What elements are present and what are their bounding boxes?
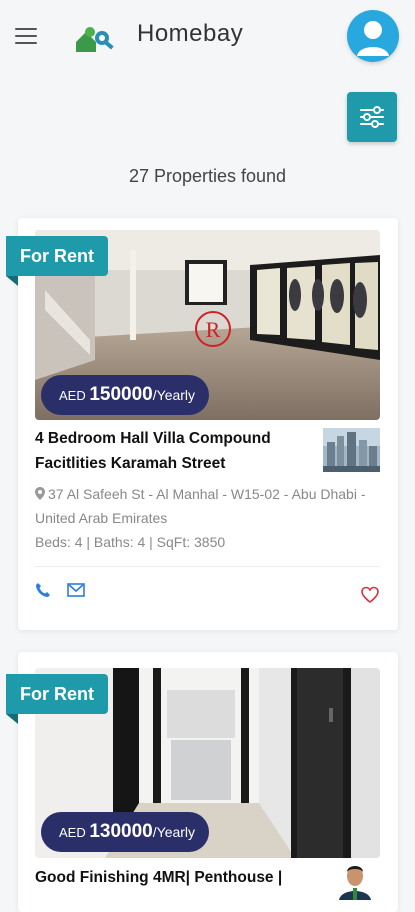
listing-card[interactable]: R For Rent AED 150000/Yearly 4 Bedroom H… — [6, 218, 398, 630]
tag-fold — [6, 276, 18, 286]
price-period: /Yearly — [152, 387, 196, 403]
agent-thumbnail — [323, 428, 380, 472]
sliders-icon — [360, 106, 384, 128]
listing-type-tag: For Rent — [6, 674, 108, 714]
listing-card[interactable]: For Rent AED 130000/Yearly Good Finishin… — [6, 652, 398, 912]
price-amount: 130000 — [89, 821, 153, 842]
price-amount: 150000 — [89, 384, 153, 405]
app-header: Homebay — [0, 0, 415, 80]
price-badge: AED 130000/Yearly — [41, 812, 210, 852]
user-avatar-icon[interactable] — [347, 10, 399, 62]
price-badge: AED 150000/Yearly — [41, 375, 210, 415]
location-pin-icon — [35, 487, 45, 500]
app-title: Homebay — [137, 20, 244, 47]
phone-icon[interactable] — [35, 582, 51, 598]
mail-icon[interactable] — [67, 582, 85, 598]
favorite-heart-icon[interactable] — [361, 586, 379, 604]
listing-address: 37 Al Safeeh St - Al Manhal - W15-02 - A… — [35, 482, 380, 530]
divider — [35, 566, 380, 567]
agent-thumbnail — [335, 860, 375, 900]
listing-type-tag: For Rent — [6, 236, 108, 276]
listing-title[interactable]: Good Finishing 4MR| Penthouse | — [35, 865, 305, 890]
keys-logo-icon — [72, 20, 118, 56]
tag-fold — [6, 714, 18, 724]
address-text: 37 Al Safeeh St - Al Manhal - W15-02 - A… — [35, 486, 366, 526]
filter-button[interactable] — [347, 92, 397, 142]
watermark-logo: R — [206, 317, 221, 342]
price-currency: AED — [59, 825, 90, 840]
results-count: 27 Properties found — [128, 166, 287, 186]
price-currency: AED — [59, 388, 90, 403]
price-period: /Yearly — [152, 824, 196, 840]
listing-features: Beds: 4 | Baths: 4 | SqFt: 3850 — [35, 534, 226, 550]
hamburger-icon[interactable] — [15, 28, 37, 44]
listing-title[interactable]: 4 Bedroom Hall Villa Compound Facitlitie… — [35, 426, 305, 476]
